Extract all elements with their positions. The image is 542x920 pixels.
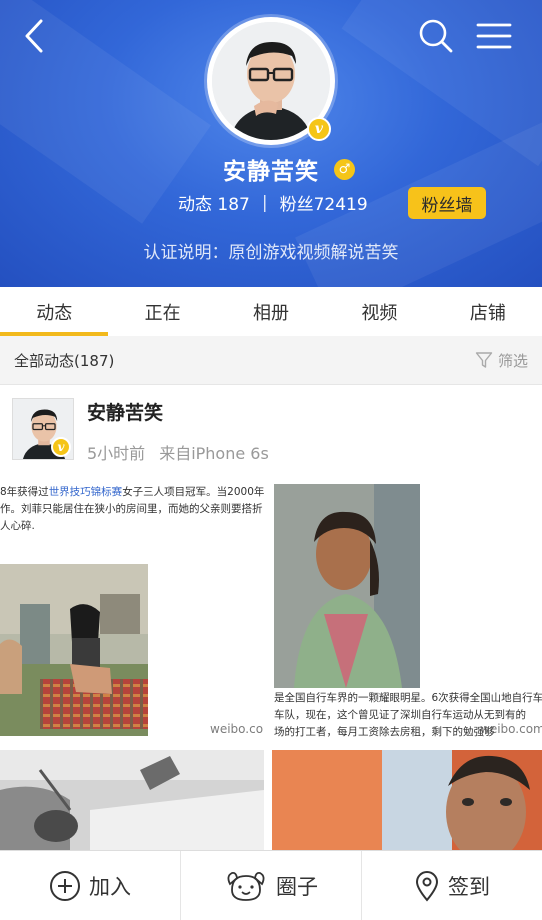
- male-icon: ♂: [334, 159, 355, 180]
- post-image-man[interactable]: [272, 750, 542, 850]
- watermark-text: weibo.co: [210, 722, 264, 736]
- checkin-label: 签到: [448, 874, 490, 899]
- filter-bar: 全部动态(187) 筛选: [0, 336, 542, 385]
- fans-label: 粉丝: [279, 195, 314, 215]
- post-time: 5小时前: [87, 444, 146, 463]
- tab-now[interactable]: 正在: [108, 287, 216, 336]
- profile-stats: 动态 187 | 粉丝72419: [178, 190, 368, 216]
- back-button[interactable]: [12, 14, 56, 58]
- news-text-block: 8年获得过世界技巧锦标赛女子三人项目冠军。当2000年 作。刘菲只能居住在狭小的…: [0, 484, 264, 535]
- join-button[interactable]: 加入: [0, 851, 180, 920]
- woman-portrait-photo: [274, 484, 420, 688]
- tab-dynamics[interactable]: 动态: [0, 287, 109, 336]
- hospital-photo: [0, 750, 264, 850]
- filter-button[interactable]: 筛选: [475, 350, 528, 371]
- fans-count: 72419: [313, 195, 368, 215]
- profile-avatar[interactable]: v: [207, 17, 335, 145]
- tab-album[interactable]: 相册: [217, 287, 325, 336]
- news-line: 人心碎.: [0, 520, 35, 532]
- location-pin-icon: [415, 870, 439, 902]
- posts-label: 动态: [178, 195, 212, 215]
- circle-label: 圈子: [276, 874, 318, 899]
- post-source: 来自iPhone 6s: [159, 444, 269, 463]
- circle-button[interactable]: 圈子: [180, 851, 361, 920]
- tab-video[interactable]: 视频: [325, 287, 433, 336]
- news-line: 8年获得过世界技巧锦标赛女子三人项目冠军。当2000年: [0, 484, 264, 501]
- post-image-news-left[interactable]: 8年获得过世界技巧锦标赛女子三人项目冠军。当2000年 作。刘菲只能居住在狭小的…: [0, 468, 270, 748]
- search-icon: [419, 19, 453, 53]
- man-photo: [272, 750, 542, 850]
- post-author-name[interactable]: 安静苦笑: [87, 398, 163, 425]
- news-text: 女子三人项目冠军。当2000年: [122, 486, 265, 498]
- post-header: v 安静苦笑 5小时前 来自iPhone 6s: [0, 386, 542, 468]
- fans-wall-button[interactable]: 粉丝墙: [408, 187, 486, 219]
- plus-circle-icon: [50, 870, 80, 901]
- post-image-news-right[interactable]: 是全国自行车界的一颗耀眼明星。6次获得全国山地自行车冠军, 车队，现在，这个曾见…: [272, 468, 542, 748]
- bottom-action-bar: 加入 圈子 签到: [0, 850, 542, 920]
- post-author-avatar[interactable]: v: [12, 398, 74, 460]
- news-line: 是全国自行车界的一颗耀眼明星。6次获得全国山地自行车冠军,: [274, 692, 542, 704]
- profile-header: v 安静苦笑 ♂ 动态 187 | 粉丝72419 粉丝墙 认证说明：原创游戏视…: [0, 0, 542, 287]
- watermark-text: weibo.com/: [480, 722, 542, 736]
- room-photo: [0, 564, 148, 736]
- checkin-button[interactable]: 签到: [361, 851, 542, 920]
- tab-shop[interactable]: 店铺: [434, 287, 542, 336]
- news-link: 世界技巧锦标赛: [48, 486, 123, 498]
- news-text: 8年获得过: [0, 486, 49, 498]
- funnel-icon: [475, 352, 493, 368]
- profile-name: 安静苦笑: [223, 159, 319, 185]
- post-image-hospital[interactable]: [0, 750, 264, 850]
- search-button[interactable]: [414, 14, 458, 58]
- profile-tabs: 动态 正在 相册 视频 店铺: [0, 287, 542, 336]
- fans-stat[interactable]: 粉丝72419: [280, 190, 368, 215]
- join-label: 加入: [89, 874, 131, 899]
- verified-badge: v: [307, 117, 331, 141]
- menu-icon: [476, 23, 512, 49]
- menu-button[interactable]: [472, 14, 516, 58]
- post-meta: 5小时前 来自iPhone 6s: [87, 440, 269, 464]
- post-images: 8年获得过世界技巧锦标赛女子三人项目冠军。当2000年 作。刘菲只能居住在狭小的…: [0, 468, 542, 850]
- posts-count: 187: [217, 195, 250, 215]
- verification-text: 认证说明：原创游戏视频解说苦笑: [143, 243, 399, 263]
- back-icon: [25, 19, 43, 53]
- posts-stat[interactable]: 动态 187: [178, 190, 250, 215]
- all-posts-label: 全部动态(187): [14, 351, 115, 370]
- news-line: 作。刘菲只能居住在狭小的房间里，而她的父亲则要搭折: [0, 503, 263, 515]
- dog-face-icon: [227, 871, 265, 901]
- filter-label: 筛选: [497, 351, 528, 370]
- stats-divider: |: [261, 192, 268, 213]
- verified-badge: v: [51, 437, 71, 457]
